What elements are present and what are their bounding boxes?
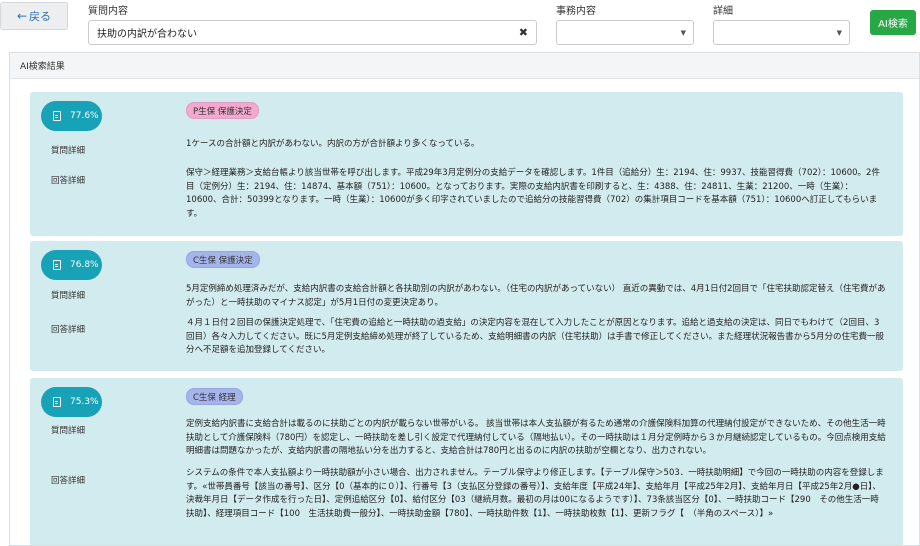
result-card: 76.8% C生保 保護決定 質問詳細 5月定例締め処理済みだが、支給内訳書の支… <box>30 241 903 371</box>
score-badge[interactable]: 75.3% <box>41 387 102 417</box>
answer-detail-text: システムの条件で本人支払額より一時扶助額が小さい場合、出力されません。テーブル保… <box>186 468 884 519</box>
document-icon <box>53 111 61 121</box>
result-card: 77.6% P生保 保護決定 質問詳細 1ケースの合計額と内訳があわない。内訳の… <box>30 92 903 236</box>
question-detail-label: 質問詳細 <box>51 426 86 436</box>
chevron-down-icon: ▼ <box>836 28 842 37</box>
question-detail-text: 5月定例締め処理済みだが、支給内訳書の支給合計額と各扶助別の内訳があわない。（住… <box>186 284 886 308</box>
category-tag: C生保 経理 <box>186 388 243 405</box>
answer-detail-text: ４月１日付２回目の保護決定処理で、「住宅費の追給と一時扶助の過支給」の決定内容を… <box>186 318 885 355</box>
arrow-left-icon: ← <box>16 9 28 23</box>
document-icon <box>53 397 61 407</box>
score-value: 76.8% <box>70 260 99 270</box>
results-panel: AI検索結果 77.6% P生保 保護決定 質問詳細 1ケースの合計額と内訳があ… <box>9 52 920 546</box>
answer-detail-label: 回答詳細 <box>51 325 86 335</box>
back-label: 戻る <box>29 10 52 23</box>
business-label: 事務内容 <box>556 6 596 17</box>
score-badge[interactable]: 77.6% <box>41 101 102 131</box>
score-badge[interactable]: 76.8% <box>41 250 102 280</box>
category-tag: C生保 保護決定 <box>186 251 260 268</box>
detail-label: 詳細 <box>713 6 733 17</box>
answer-detail-label: 回答詳細 <box>51 176 86 186</box>
question-input[interactable]: 扶助の内訳が合わない ✖ <box>88 20 537 45</box>
document-icon <box>53 260 61 270</box>
question-detail-label: 質問詳細 <box>51 146 86 156</box>
clear-icon[interactable]: ✖ <box>519 26 528 39</box>
question-detail-text: 定例支給内訳書に支給合計は載るのに扶助ごとの内訳が載らない世帯がいる。 該当世帯… <box>186 419 886 456</box>
question-detail-text: 1ケースの合計額と内訳があわない。内訳の方が合計額より多くなっている。 <box>186 139 480 149</box>
answer-detail-text: 保守＞経理業務＞支給台帳より該当世帯を呼び出します。平成29年3月定例分の支給デ… <box>186 168 880 219</box>
chevron-down-icon: ▼ <box>680 28 686 37</box>
back-button[interactable]: ← 戻る <box>0 2 68 30</box>
answer-detail-label: 回答詳細 <box>51 476 86 486</box>
results-header: AI検索結果 <box>10 53 919 79</box>
question-label: 質問内容 <box>88 6 128 17</box>
question-detail-label: 質問詳細 <box>51 291 86 301</box>
category-tag: P生保 保護決定 <box>186 102 259 119</box>
detail-select[interactable]: ▼ <box>713 20 850 45</box>
score-value: 75.3% <box>70 397 99 407</box>
result-card: 75.3% C生保 経理 質問詳細 定例支給内訳書に支給合計は載るのに扶助ごとの… <box>30 378 903 545</box>
question-input-value: 扶助の内訳が合わない <box>97 29 197 40</box>
business-select[interactable]: ▼ <box>556 20 694 45</box>
ai-search-button[interactable]: AI検索 <box>870 10 916 35</box>
score-value: 77.6% <box>70 111 99 121</box>
